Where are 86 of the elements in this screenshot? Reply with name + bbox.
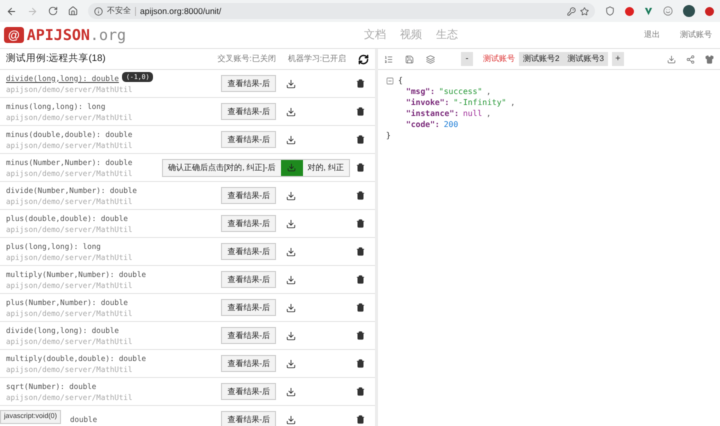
view-result-button[interactable]: 查看结果-后 (221, 187, 276, 204)
delete-icon[interactable] (356, 163, 365, 172)
json-brace: { (398, 75, 403, 86)
extension-icon[interactable] (625, 6, 634, 16)
machine-learning-toggle[interactable]: 机器学习:已开启 (288, 53, 346, 65)
json-comma: , (510, 97, 516, 108)
download-icon[interactable] (286, 106, 296, 116)
delete-icon[interactable] (356, 359, 365, 368)
list-icon[interactable] (384, 54, 393, 64)
download-icon[interactable] (286, 218, 296, 228)
account-tab[interactable]: 测试账号2 (519, 52, 564, 66)
view-result-button[interactable]: 查看结果-后 (221, 103, 276, 120)
view-result-button[interactable]: 查看结果-后 (221, 355, 276, 372)
json-key: "code": (406, 119, 440, 130)
view-result-button[interactable]: 查看结果-后 (221, 75, 276, 92)
correct-button[interactable]: 对的, 纠正 (302, 160, 349, 176)
view-result-button[interactable]: 查看结果-后 (221, 215, 276, 232)
view-result-button[interactable]: 查看结果-后 (221, 131, 276, 148)
json-value: "-Infinity" (453, 97, 506, 108)
delete-icon[interactable] (356, 219, 365, 228)
info-icon[interactable] (94, 6, 103, 16)
json-comma: , (486, 108, 492, 119)
shield-icon[interactable] (605, 6, 615, 16)
download-icon[interactable] (286, 274, 296, 284)
logo-mark: @ (4, 27, 24, 43)
download-icon[interactable] (286, 190, 296, 200)
delete-icon[interactable] (356, 303, 365, 312)
extension-icon[interactable] (705, 6, 714, 16)
refresh-icon[interactable] (358, 54, 369, 64)
json-value: null (462, 108, 482, 119)
json-brace: } (386, 130, 391, 141)
view-result-button[interactable]: 查看结果-后 (221, 383, 276, 400)
download-icon[interactable] (286, 302, 296, 312)
delete-icon[interactable] (356, 387, 365, 396)
account-tab[interactable]: 测试账号3 (563, 52, 608, 66)
confirm-button[interactable]: 确认正确后点击[对的, 纠正]-后 (162, 160, 281, 176)
download-icon[interactable] (280, 160, 303, 176)
download-icon[interactable] (286, 78, 296, 88)
smiley-icon[interactable] (663, 6, 673, 16)
download-icon[interactable] (286, 386, 296, 396)
download-icon[interactable] (286, 134, 296, 144)
delete-icon[interactable] (356, 331, 365, 340)
add-account-button[interactable]: + (612, 52, 624, 66)
download-icon[interactable] (286, 414, 296, 424)
panel-title: 测试用例:远程共享(18) (6, 52, 107, 66)
address-bar[interactable]: 不安全 apijson.org:8000/unit/ (88, 3, 595, 19)
download-icon[interactable] (286, 358, 296, 368)
json-key: "invoke": (406, 97, 450, 108)
key-icon[interactable] (567, 6, 576, 16)
view-result-button[interactable]: 查看结果-后 (221, 243, 276, 260)
json-key: "instance": (406, 108, 459, 119)
download-icon[interactable] (286, 330, 296, 340)
json-value: "success" (438, 86, 482, 97)
delete-icon[interactable] (356, 135, 365, 144)
header-link[interactable]: 退出 (644, 29, 660, 41)
logo-name: APIJSON (26, 24, 90, 46)
view-result-button[interactable]: 查看结果-后 (221, 271, 276, 288)
share-icon[interactable] (686, 54, 695, 64)
reload-icon[interactable] (48, 6, 58, 16)
json-value: 200 (444, 119, 458, 130)
shirt-icon[interactable] (705, 54, 714, 64)
json-key: "msg": (406, 86, 435, 97)
view-result-button[interactable]: 查看结果-后 (221, 327, 276, 344)
delete-icon[interactable] (356, 191, 365, 200)
delete-icon[interactable] (356, 107, 365, 116)
delete-icon[interactable] (356, 247, 365, 256)
view-result-button[interactable]: 查看结果-后 (221, 411, 276, 426)
delete-icon[interactable] (356, 415, 365, 424)
remove-account-button[interactable]: - (461, 52, 473, 66)
save-icon[interactable] (405, 54, 414, 64)
json-comma: , (486, 86, 492, 97)
back-icon[interactable] (6, 6, 17, 16)
home-icon[interactable] (68, 6, 78, 16)
v-logo-icon[interactable] (644, 6, 653, 16)
cross-account-toggle[interactable]: 交叉账号:已关闭 (218, 53, 276, 65)
avatar[interactable] (683, 5, 695, 17)
download-icon[interactable] (286, 246, 296, 256)
view-result-button[interactable]: 查看结果-后 (221, 299, 276, 316)
bookmark-icon[interactable] (580, 6, 589, 16)
security-label: 不安全 (107, 5, 131, 17)
delete-icon[interactable] (356, 275, 365, 284)
header-link[interactable]: 测试账号 (680, 29, 712, 41)
url-text: apijson.org:8000/unit/ (140, 4, 222, 18)
logo-suffix: .org (90, 24, 126, 46)
delete-icon[interactable] (356, 79, 365, 88)
layers-icon[interactable] (426, 54, 435, 64)
